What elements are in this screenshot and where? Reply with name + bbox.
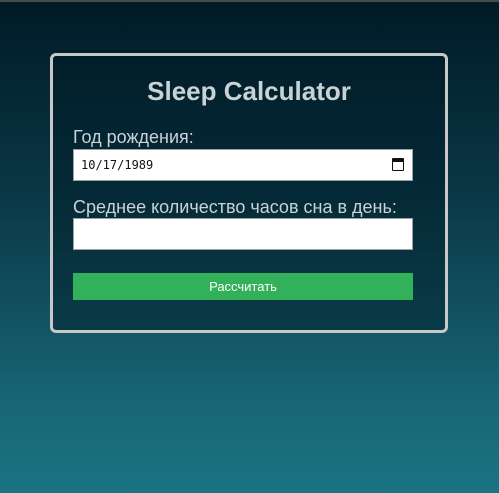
sleep-hours-input[interactable] [74,219,412,249]
sleep-hours-field[interactable] [73,218,413,250]
birth-date-value: 10/17/1989 [81,158,154,172]
sleep-calculator-card: Sleep Calculator Год рождения: 10/17/198… [50,53,448,333]
calculate-button[interactable]: Рассчитать [73,273,413,300]
calendar-icon[interactable] [392,158,404,171]
window-top-strip [0,0,499,2]
birth-date-label: Год рождения: [73,127,194,147]
birth-date-input[interactable]: 10/17/1989 [73,149,413,181]
page-title: Sleep Calculator [147,76,351,106]
sleep-hours-label: Среднее количество часов сна в день: [73,197,397,217]
